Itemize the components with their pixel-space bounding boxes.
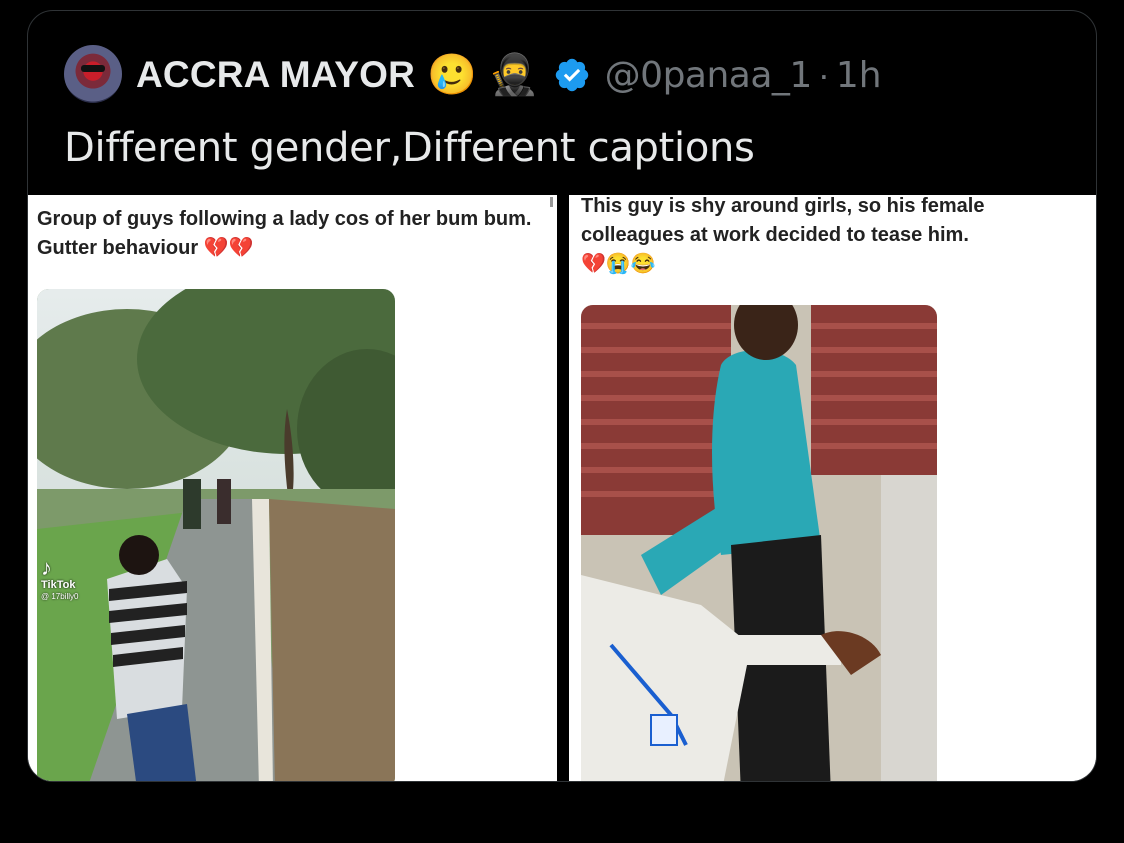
left-screenshot[interactable]: Group of guys following a lady cos of he… bbox=[28, 195, 557, 781]
right-caption-emojis: 💔😭😂 bbox=[581, 253, 656, 275]
media-divider bbox=[557, 195, 569, 781]
crying-smile-emoji-icon: 🥲 bbox=[427, 53, 477, 97]
left-caption: Group of guys following a lady cos of he… bbox=[37, 208, 532, 259]
right-caption: This guy is shy around girls, so his fem… bbox=[581, 195, 1051, 279]
tweet-header: ACCRA MAYOR 🥲 🥷 @0panaa_1 · 1h Different… bbox=[28, 11, 1096, 197]
author-row: ACCRA MAYOR 🥲 🥷 @0panaa_1 · 1h bbox=[136, 49, 882, 101]
right-photo bbox=[581, 305, 937, 781]
avatar[interactable] bbox=[64, 45, 122, 103]
verified-badge-icon bbox=[553, 56, 591, 94]
right-caption-text: This guy is shy around girls, so his fem… bbox=[581, 195, 985, 246]
tiktok-brand: TikTok bbox=[41, 579, 76, 591]
timestamp[interactable]: 1h bbox=[836, 55, 882, 96]
display-name[interactable]: ACCRA MAYOR bbox=[136, 54, 415, 96]
tweet-card[interactable]: ACCRA MAYOR 🥲 🥷 @0panaa_1 · 1h Different… bbox=[27, 10, 1097, 782]
tweet-media[interactable]: Group of guys following a lady cos of he… bbox=[28, 195, 1096, 781]
handle[interactable]: @0panaa_1 bbox=[605, 55, 813, 96]
right-photo-scene bbox=[581, 305, 937, 781]
left-photo-scene bbox=[37, 289, 395, 781]
avatar-shades bbox=[81, 65, 105, 72]
ninja-emoji-icon: 🥷 bbox=[488, 53, 539, 97]
tiktok-logo-icon: ♪ bbox=[41, 555, 52, 580]
separator-dot: · bbox=[817, 54, 830, 95]
left-photo: ♪ TikTok @ 17billy0 bbox=[37, 289, 395, 781]
right-screenshot[interactable]: This guy is shy around girls, so his fem… bbox=[569, 195, 1096, 781]
tiktok-user: @ 17billy0 bbox=[41, 592, 79, 601]
tweet-text: Different gender,Different captions bbox=[64, 125, 755, 171]
scroll-indicator bbox=[550, 197, 553, 207]
tiktok-watermark: ♪ TikTok @ 17billy0 bbox=[41, 557, 78, 603]
